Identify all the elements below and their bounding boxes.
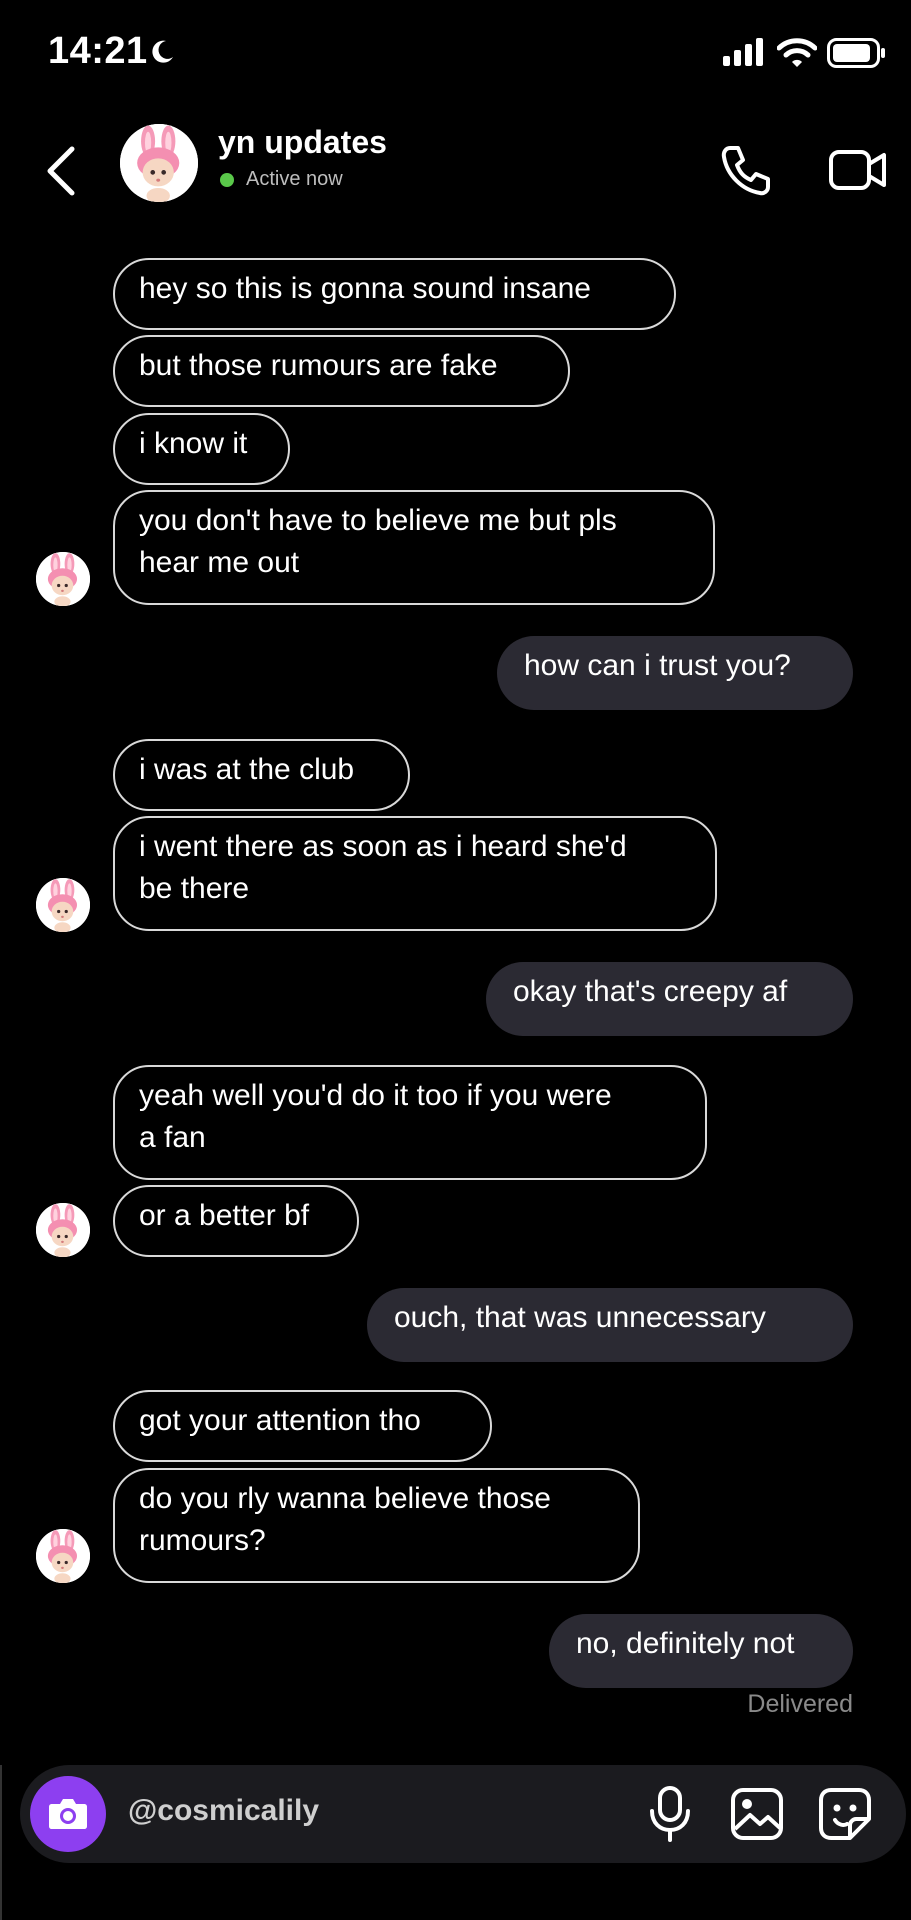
message-text: ouch, that was unnecessary [394,1301,766,1334]
active-status: Active now [220,168,343,191]
microphone-icon[interactable] [646,1785,694,1843]
gallery-icon[interactable] [730,1787,784,1841]
sender-avatar[interactable] [36,1203,90,1257]
message-received[interactable]: i know it [113,413,290,485]
message-text-line: a fan [139,1121,206,1154]
message-text-line: hear me out [139,546,300,579]
message-received[interactable]: i went there as soon as i heard she'd be… [113,816,717,931]
message-received[interactable]: but those rumours are fake [113,335,570,407]
active-dot [220,172,234,187]
contact-name[interactable]: yn updates [218,124,387,161]
moon-icon [152,40,173,63]
message-received[interactable]: hey so this is gonna sound insane [113,258,676,330]
wifi-icon [777,38,817,67]
signal-icon [723,38,763,66]
divider [0,1765,2,1920]
back-chevron-icon[interactable] [42,145,78,197]
message-text: no, definitely not [576,1627,795,1660]
message-received[interactable]: or a better bf [113,1185,359,1257]
message-sent[interactable]: ouch, that was unnecessary [367,1288,853,1362]
message-received[interactable]: yeah well you'd do it too if you were a … [113,1065,707,1180]
contact-avatar[interactable] [120,124,198,202]
video-camera-icon[interactable] [828,144,888,196]
sticker-icon[interactable] [818,1787,872,1841]
message-text-line: rumours? [139,1524,266,1557]
message-input[interactable] [126,1793,630,1829]
chat-header: yn updates Active now [0,110,911,225]
message-composer [20,1765,906,1863]
message-text-line: you don't have to believe me but pls [139,504,617,537]
message-text-line: be there [139,872,250,905]
sender-avatar[interactable] [36,878,90,932]
message-text: how can i trust you? [524,649,791,682]
active-status-label: Active now [246,168,343,190]
message-received[interactable]: do you rly wanna believe those rumours? [113,1468,640,1583]
message-received[interactable]: you don't have to believe me but pls hea… [113,490,715,605]
message-text: or a better bf [139,1199,310,1232]
message-text: okay that's creepy af [513,975,788,1008]
message-text: i know it [139,427,248,460]
message-text: hey so this is gonna sound insane [139,272,591,305]
message-text-line: i went there as soon as i heard she'd [139,830,627,863]
message-text: but those rumours are fake [139,349,498,382]
status-bar: 14:21 [0,0,911,110]
message-received[interactable]: i was at the club [113,739,410,811]
message-sent[interactable]: how can i trust you? [497,636,853,710]
status-time: 14:21 [48,30,148,72]
sender-avatar[interactable] [36,552,90,606]
phone-icon[interactable] [718,142,774,198]
camera-icon [49,1799,87,1829]
delivered-status: Delivered [747,1690,853,1718]
message-text: got your attention tho [139,1404,421,1437]
message-sent[interactable]: no, definitely not [549,1614,853,1688]
camera-button[interactable] [30,1776,106,1852]
sender-avatar[interactable] [36,1529,90,1583]
battery-icon [827,38,885,68]
message-text: i was at the club [139,753,355,786]
message-received[interactable]: got your attention tho [113,1390,492,1462]
message-text-line: yeah well you'd do it too if you were [139,1079,612,1112]
message-sent[interactable]: okay that's creepy af [486,962,853,1036]
message-text-line: do you rly wanna believe those [139,1482,551,1515]
